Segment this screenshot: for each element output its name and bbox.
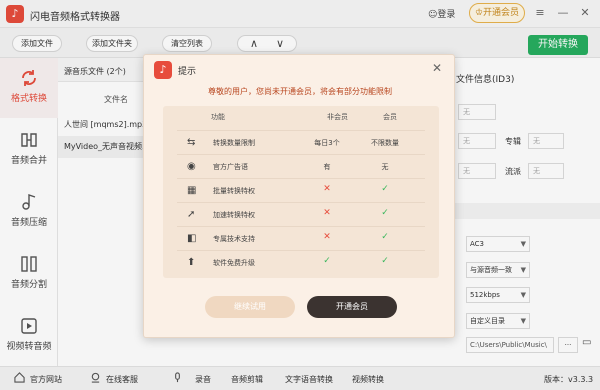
support-icon: ◧ <box>187 233 197 244</box>
vip-value: 不限数量 <box>371 139 399 147</box>
feature-label: 官方广告语 <box>213 163 248 171</box>
cross-icon: ✕ <box>323 208 331 218</box>
table-row: ◉ 官方广告语 有 无 <box>177 154 425 178</box>
swap-icon: ⇆ <box>187 137 196 148</box>
vip-dialog: ♪ 提示 ✕ 尊敬的用户，您尚未开通会员，将会有部分功能限制 功能 非会员 会员… <box>143 54 455 338</box>
column-free: 非会员 <box>327 113 348 121</box>
dialog-message: 尊敬的用户，您尚未开通会员，将会有部分功能限制 <box>208 87 392 96</box>
table-row: ➚ 加速转换特权 ✕ ✓ <box>177 202 425 226</box>
column-vip: 会员 <box>383 113 397 121</box>
cross-icon: ✕ <box>323 184 331 194</box>
table-row: ⬆ 软件免费升级 ✓ ✓ <box>177 250 425 274</box>
feature-label: 专属技术支持 <box>213 235 255 243</box>
check-icon: ✓ <box>381 208 389 218</box>
table-row: ◧ 专属技术支持 ✕ ✓ <box>177 226 425 250</box>
table-row: ⇆ 转换数量限制 每日3个 不限数量 <box>177 130 425 154</box>
feature-label: 转换数量限制 <box>213 139 255 147</box>
free-value: 有 <box>323 163 331 171</box>
ad-icon: ◉ <box>187 161 196 172</box>
check-icon: ✓ <box>323 256 331 266</box>
upgrade-icon: ⬆ <box>187 257 196 268</box>
column-feature: 功能 <box>211 113 225 121</box>
free-value: 每日3个 <box>314 139 340 147</box>
table-row: ▦ 批量转换特权 ✕ ✓ <box>177 178 425 202</box>
continue-trial-button[interactable]: 继续试用 <box>205 296 295 318</box>
cross-icon: ✕ <box>323 232 331 242</box>
dialog-close-icon[interactable]: ✕ <box>432 61 442 75</box>
feature-table: 功能 非会员 会员 ⇆ 转换数量限制 每日3个 不限数量 ◉ 官方广告语 有 无… <box>163 106 439 278</box>
vip-value: 无 <box>381 163 389 171</box>
feature-label: 加速转换特权 <box>213 211 255 219</box>
feature-label: 批量转换特权 <box>213 187 255 195</box>
feature-label: 软件免费升级 <box>213 259 255 267</box>
check-icon: ✓ <box>381 256 389 266</box>
check-icon: ✓ <box>381 184 389 194</box>
open-vip-button[interactable]: 开通会员 <box>307 296 397 318</box>
check-icon: ✓ <box>381 232 389 242</box>
dialog-title: 提示 <box>178 67 197 77</box>
rocket-icon: ➚ <box>187 209 196 220</box>
grid-icon: ▦ <box>187 185 197 196</box>
music-note-icon: ♪ <box>154 61 172 79</box>
